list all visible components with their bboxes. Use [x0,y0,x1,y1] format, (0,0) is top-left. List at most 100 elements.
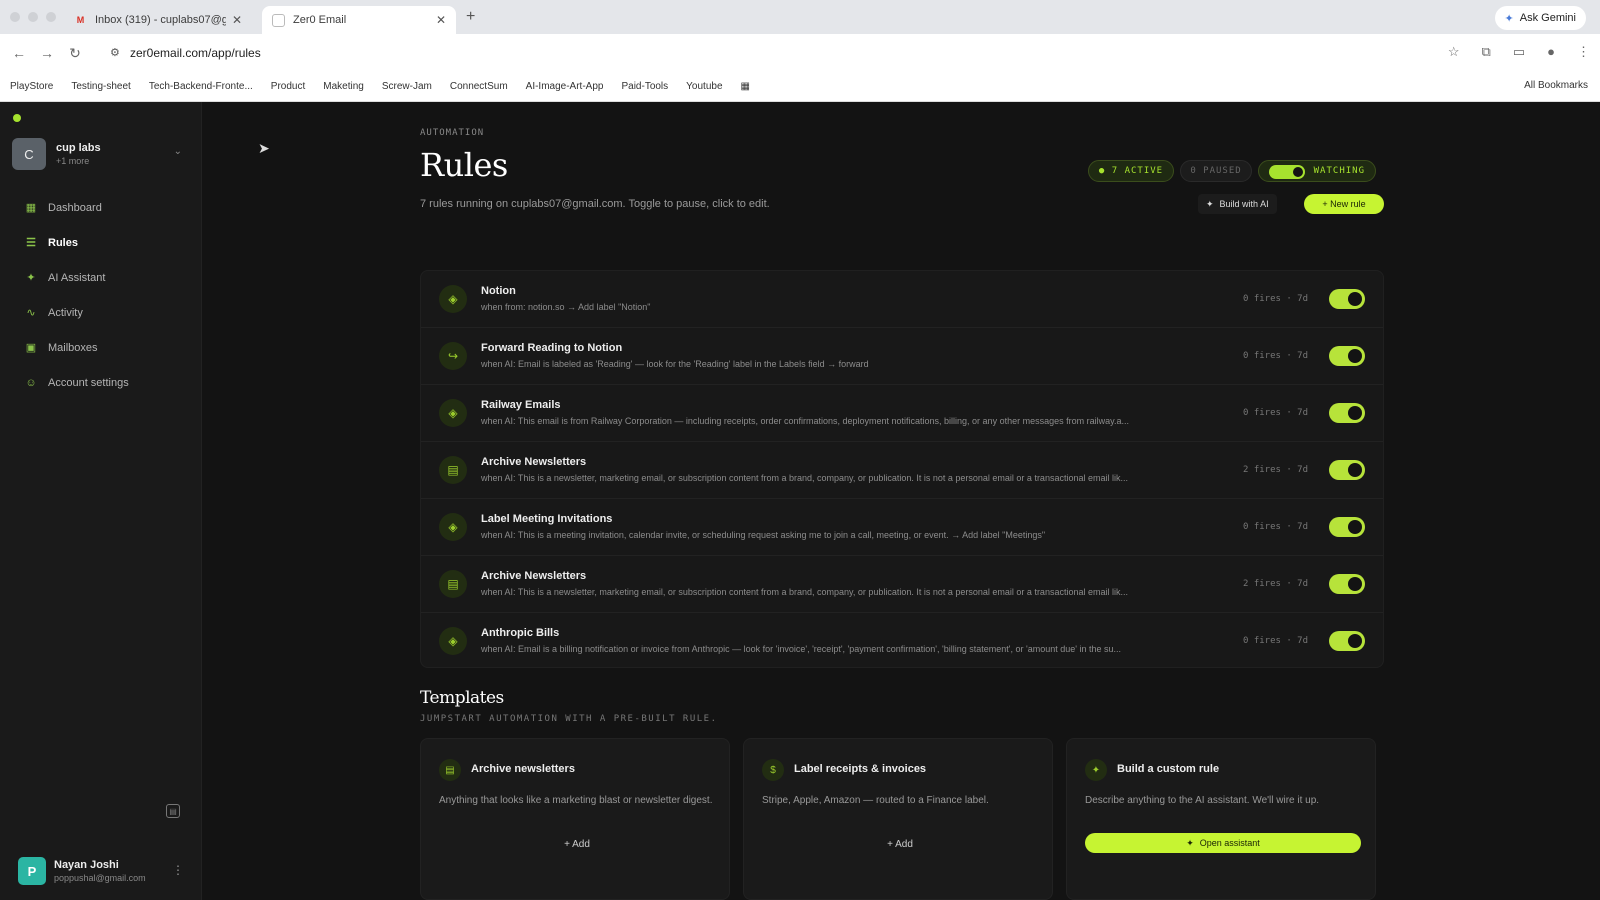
add-template-button[interactable]: + Add [439,835,715,853]
rule-toggle[interactable] [1329,631,1365,651]
bookmark-item[interactable]: Product [271,81,305,92]
ask-gemini-button[interactable]: ✦ Ask Gemini [1494,6,1586,30]
reload-icon[interactable]: ↻ [66,44,84,62]
rule-toggle[interactable] [1329,289,1365,309]
tab-zero-email[interactable]: Zer0 Email ✕ [262,6,456,34]
all-bookmarks[interactable]: All Bookmarks [1524,80,1588,91]
add-template-button[interactable]: + Add [762,835,1038,853]
window-control[interactable] [46,12,56,22]
tab-title: Zer0 Email [293,14,347,26]
browser-tab-bar: M Inbox (319) - cuplabs07@gm ✕ Zer0 Emai… [0,0,1600,34]
open-assistant-label: Open assistant [1199,838,1260,848]
gmail-icon: M [76,15,85,25]
sidebar-item-ai-assistant[interactable]: ✦ AI Assistant [14,260,190,295]
profile-icon[interactable]: ● [1547,44,1555,60]
rule-toggle[interactable] [1329,460,1365,480]
watching-toggle[interactable]: WATCHING [1258,160,1376,182]
rule-toggle[interactable] [1329,517,1365,537]
rule-row[interactable]: ◈ Label Meeting Invitations when AI: Thi… [421,499,1383,556]
extensions-icon[interactable]: ⧉ [1482,44,1491,60]
rule-condition: when AI: Email is a billing notification… [481,644,1121,654]
build-with-ai-label: Build with AI [1219,199,1269,209]
rule-toggle[interactable] [1329,403,1365,423]
template-card[interactable]: ▤ Archive newsletters Anything that look… [420,738,730,900]
watching-switch[interactable] [1269,165,1305,179]
rule-fires: 0 fires · 7d [1243,522,1309,532]
template-title: Build a custom rule [1117,763,1220,775]
rule-row[interactable]: ◈ Notion when from: notion.so → Add labe… [421,271,1383,328]
app: C cup labs +1 more ⌄ ▦ Dashboard ☰ Rules ✦… [0,102,1600,900]
rule-name: Anthropic Bills [481,627,560,639]
workspace-sub: +1 more [56,156,90,166]
rule-fires: 2 fires · 7d [1243,579,1309,589]
sparkle-icon: ✦ [1206,198,1214,209]
bookmarks-bar: PlayStore Testing-sheet Tech-Backend-Fro… [0,72,1600,102]
menu-icon[interactable]: ⋮ [1577,44,1590,60]
active-count-badge[interactable]: ● 7 ACTIVE [1088,160,1174,182]
browser-toolbar: ← → ↻ ⚙ zer0email.com/app/rules ☆ ⧉ ▭ ● … [0,34,1600,72]
sidebar-item-activity[interactable]: ∿ Activity [14,295,190,330]
apps-icon[interactable]: ▦ [741,81,750,92]
close-tab-icon[interactable]: ✕ [232,13,242,27]
bookmark-item[interactable]: Youtube [686,81,722,92]
sparkle-icon: ✦ [26,272,36,284]
new-rule-button[interactable]: + New rule [1304,194,1384,214]
workspace-switcher[interactable]: C cup labs +1 more ⌄ [12,136,188,172]
window-control[interactable] [28,12,38,22]
rule-toggle[interactable] [1329,346,1365,366]
bookmark-item[interactable]: Tech-Backend-Fronte... [149,81,253,92]
rule-condition: when AI: This is a meeting invitation, c… [481,530,1046,540]
rule-fires: 0 fires · 7d [1243,408,1309,418]
sidebar-item-label: Activity [48,306,83,319]
window-control[interactable] [10,12,20,22]
status-dot [13,114,21,122]
sidebar-item-account-settings[interactable]: ☺ Account settings [14,365,190,400]
bookmark-item[interactable]: Maketing [323,81,364,92]
bookmark-item[interactable]: PlayStore [10,81,53,92]
rule-fires: 0 fires · 7d [1243,351,1309,361]
address-bar[interactable]: ⚙ zer0email.com/app/rules [104,40,1434,66]
rule-toggle[interactable] [1329,574,1365,594]
tab-title: Inbox (319) - cuplabs07@gm [95,14,226,26]
bookmark-item[interactable]: Screw-Jam [382,81,432,92]
rule-row[interactable]: ◈ Railway Emails when AI: This email is … [421,385,1383,442]
rule-name: Notion [481,285,516,297]
rule-row[interactable]: ▤ Archive Newsletters when AI: This is a… [421,442,1383,499]
paused-count-badge[interactable]: 0 PAUSED [1180,160,1252,182]
forward-icon[interactable]: → [38,44,56,62]
rule-row[interactable]: ◈ Anthropic Bills when AI: Email is a bi… [421,613,1383,670]
open-assistant-button[interactable]: ✦ Open assistant [1085,833,1361,853]
close-tab-icon[interactable]: ✕ [436,13,446,27]
sidebar-item-dashboard[interactable]: ▦ Dashboard [14,190,190,225]
bookmark-item[interactable]: ConnectSum [450,81,508,92]
build-with-ai-button[interactable]: ✦ Build with AI [1198,194,1277,214]
template-title: Label receipts & invoices [794,763,927,775]
bookmark-star-icon[interactable]: ☆ [1448,44,1460,60]
sidebar-item-rules[interactable]: ☰ Rules [14,225,190,260]
rule-row[interactable]: ▤ Archive Newsletters when AI: This is a… [421,556,1383,613]
template-card[interactable]: ✦ Build a custom rule Describe anything … [1066,738,1376,900]
workspace-avatar: C [12,138,46,170]
tag-icon: ◈ [439,513,467,541]
back-icon[interactable]: ← [10,44,28,62]
rule-name: Label Meeting Invitations [481,513,613,525]
archive-icon: ▤ [439,456,467,484]
grid-icon: ▦ [25,202,37,214]
bookmark-item[interactable]: Testing-sheet [71,81,130,92]
rule-fires: 0 fires · 7d [1243,294,1309,304]
site-info-icon[interactable]: ⚙ [110,46,120,59]
bookmark-item[interactable]: AI-Image-Art-App [526,81,604,92]
template-card[interactable]: $ Label receipts & invoices Stripe, Appl… [743,738,1053,900]
collapse-sidebar-icon[interactable]: ▤ [166,804,180,818]
tab-inbox[interactable]: M Inbox (319) - cuplabs07@gm ✕ [64,6,252,34]
user-profile[interactable]: P Nayan Joshi poppushal@gmail.com ⋮ [18,854,190,888]
more-options-icon[interactable]: ⋮ [172,863,184,877]
filter-icon: ☰ [26,237,36,249]
new-tab-icon[interactable]: + [466,8,475,26]
mouse-cursor-icon: ➤ [258,140,270,156]
bookmark-item[interactable]: Paid-Tools [621,81,668,92]
rule-condition: when AI: This email is from Railway Corp… [481,416,1129,426]
sidebar-item-mailboxes[interactable]: ▣ Mailboxes [14,330,190,365]
rule-row[interactable]: ↪ Forward Reading to Notion when AI: Ema… [421,328,1383,385]
cast-icon[interactable]: ▭ [1513,44,1525,60]
